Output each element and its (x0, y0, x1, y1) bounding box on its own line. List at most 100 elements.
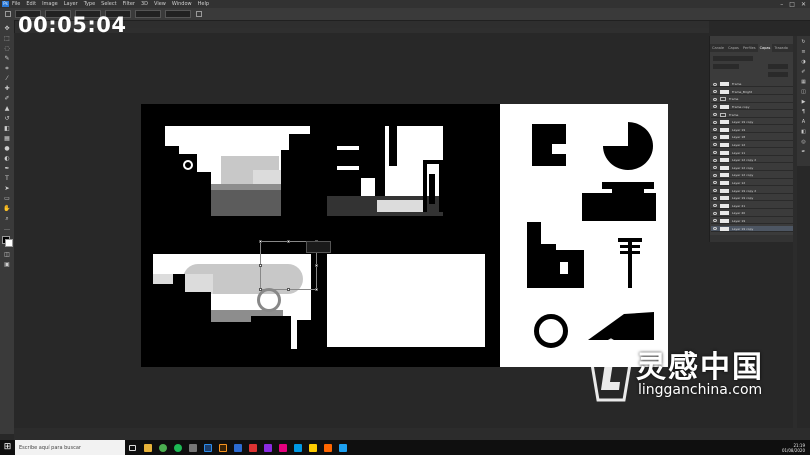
option-checkbox[interactable] (5, 11, 11, 17)
layer-row[interactable]: Layer 19 copy (711, 120, 794, 126)
pen-tool-icon[interactable]: ✒ (3, 166, 11, 172)
history-brush-tool-icon[interactable]: ↺ (3, 116, 11, 122)
transform-handle[interactable] (315, 264, 318, 267)
minimize-button[interactable]: – (780, 1, 783, 8)
menu-edit[interactable]: Edit (26, 1, 36, 7)
menu-window[interactable]: Window (172, 1, 192, 7)
visibility-eye-icon[interactable] (713, 189, 717, 193)
opacity-field[interactable] (768, 64, 788, 69)
visibility-eye-icon[interactable] (713, 128, 717, 132)
layer-row[interactable]: Layer 19 copy (711, 226, 794, 232)
background-color-swatch[interactable] (5, 239, 13, 247)
transform-handle[interactable] (315, 288, 318, 291)
path-select-tool-icon[interactable]: ➤ (3, 186, 11, 192)
layers-icon[interactable]: ◧ (800, 130, 807, 135)
brush-settings-icon[interactable]: ✐ (800, 70, 807, 75)
chrome-icon[interactable] (155, 440, 170, 455)
taskbar-search-box[interactable]: Escribe aquí para buscar (15, 440, 125, 455)
visibility-eye-icon[interactable] (713, 227, 717, 231)
visibility-eye-icon[interactable] (713, 120, 717, 124)
tab-paths[interactable]: Trazado (772, 44, 790, 52)
app-icon-2[interactable] (230, 440, 245, 455)
transform-handle[interactable] (259, 240, 262, 243)
channels-icon[interactable]: ◎ (800, 140, 807, 145)
paths-icon[interactable]: ✒ (800, 150, 807, 155)
illustrator-taskbar-icon[interactable] (215, 440, 230, 455)
layer-row[interactable]: Frame (711, 112, 794, 118)
layer-filter-dropdown[interactable] (713, 56, 753, 61)
maximize-button[interactable]: □ (789, 1, 795, 8)
layer-row[interactable]: Layer 18 (711, 135, 794, 141)
visibility-eye-icon[interactable] (713, 82, 717, 86)
adjustments-icon[interactable]: ◑ (800, 60, 807, 65)
app-icon-9[interactable] (335, 440, 350, 455)
transform-handle[interactable] (287, 240, 290, 243)
layer-row[interactable]: Layer 12 (711, 142, 794, 149)
app-icon-7[interactable] (305, 440, 320, 455)
history-icon[interactable]: ↻ (800, 40, 807, 45)
quick-mask-icon[interactable]: ◫ (3, 252, 11, 258)
menu-filter[interactable]: Filter (123, 1, 135, 7)
task-view-icon[interactable] (125, 440, 140, 455)
screen-mode-icon[interactable]: ▣ (3, 262, 11, 268)
brush-tool-icon[interactable]: ✐ (3, 96, 11, 102)
layer-row[interactable]: Layer 12 copy 2 (711, 158, 794, 164)
layer-row[interactable]: Layer 12 (711, 180, 794, 187)
explorer-icon[interactable] (140, 440, 155, 455)
app-icon-5[interactable] (275, 440, 290, 455)
visibility-eye-icon[interactable] (713, 173, 717, 177)
start-button-icon[interactable]: ⊞ (0, 440, 15, 455)
visibility-eye-icon[interactable] (713, 97, 717, 101)
menu-3d[interactable]: 3D (141, 1, 148, 7)
app-icon-6[interactable] (290, 440, 305, 455)
app-icon-3[interactable] (245, 440, 260, 455)
photoshop-taskbar-icon[interactable] (200, 440, 215, 455)
shape-tool-icon[interactable]: ▭ (3, 196, 11, 202)
layer-row[interactable]: Layer 12 copy (711, 165, 794, 171)
crop-tool-icon[interactable]: ⌗ (3, 66, 11, 72)
layer-row[interactable]: Layer 19 (711, 218, 794, 225)
healing-tool-icon[interactable]: ✚ (3, 86, 11, 92)
lasso-tool-icon[interactable]: ◌ (3, 46, 11, 52)
type-tool-icon[interactable]: T (3, 176, 11, 182)
visibility-eye-icon[interactable] (713, 143, 717, 147)
tab-channels[interactable]: Canale (710, 44, 726, 52)
stamp-tool-icon[interactable]: ▲ (3, 106, 11, 112)
visibility-eye-icon[interactable] (713, 211, 717, 215)
zoom-tool-icon[interactable]: ⌕ (3, 216, 11, 222)
close-button[interactable]: ✕ (801, 1, 806, 8)
more-tools-icon[interactable]: … (3, 226, 11, 232)
transform-handle[interactable] (287, 288, 290, 291)
quick-select-tool-icon[interactable]: ✎ (3, 56, 11, 62)
layer-row[interactable]: Layer 12 copy (711, 173, 794, 179)
layer-row[interactable]: Frame_Bright (711, 89, 794, 95)
menu-layer[interactable]: Layer (64, 1, 78, 7)
menu-select[interactable]: Select (101, 1, 116, 7)
layer-row[interactable]: Layer 11 (711, 150, 794, 156)
paragraph-icon[interactable]: ¶ (800, 110, 807, 115)
visibility-eye-icon[interactable] (713, 90, 717, 94)
visibility-eye-icon[interactable] (713, 151, 717, 155)
layer-row[interactable]: Layer 19 (711, 127, 794, 133)
menu-type[interactable]: Type (84, 1, 95, 7)
tab-layers-alt[interactable]: Capas (726, 44, 741, 52)
option-field-interpolation[interactable] (165, 10, 191, 18)
spotify-icon[interactable] (170, 440, 185, 455)
visibility-eye-icon[interactable] (713, 105, 717, 109)
visibility-eye-icon[interactable] (713, 113, 717, 117)
character-icon[interactable]: A (800, 120, 807, 125)
transform-handle[interactable] (259, 288, 262, 291)
app-icon-8[interactable] (320, 440, 335, 455)
visibility-eye-icon[interactable] (713, 135, 717, 139)
fill-field[interactable] (768, 72, 788, 77)
transform-handle[interactable] (259, 264, 262, 267)
tab-profiles[interactable]: Perfiles (741, 44, 758, 52)
visibility-eye-icon[interactable] (713, 196, 717, 200)
app-icon[interactable] (185, 440, 200, 455)
actions-icon[interactable]: ▶ (800, 100, 807, 105)
layer-row[interactable]: Layer 21 (711, 203, 794, 209)
layer-row[interactable]: Frame (711, 97, 794, 103)
visibility-eye-icon[interactable] (713, 166, 717, 170)
gradient-tool-icon[interactable]: ▦ (3, 136, 11, 142)
menu-view[interactable]: View (154, 1, 166, 7)
